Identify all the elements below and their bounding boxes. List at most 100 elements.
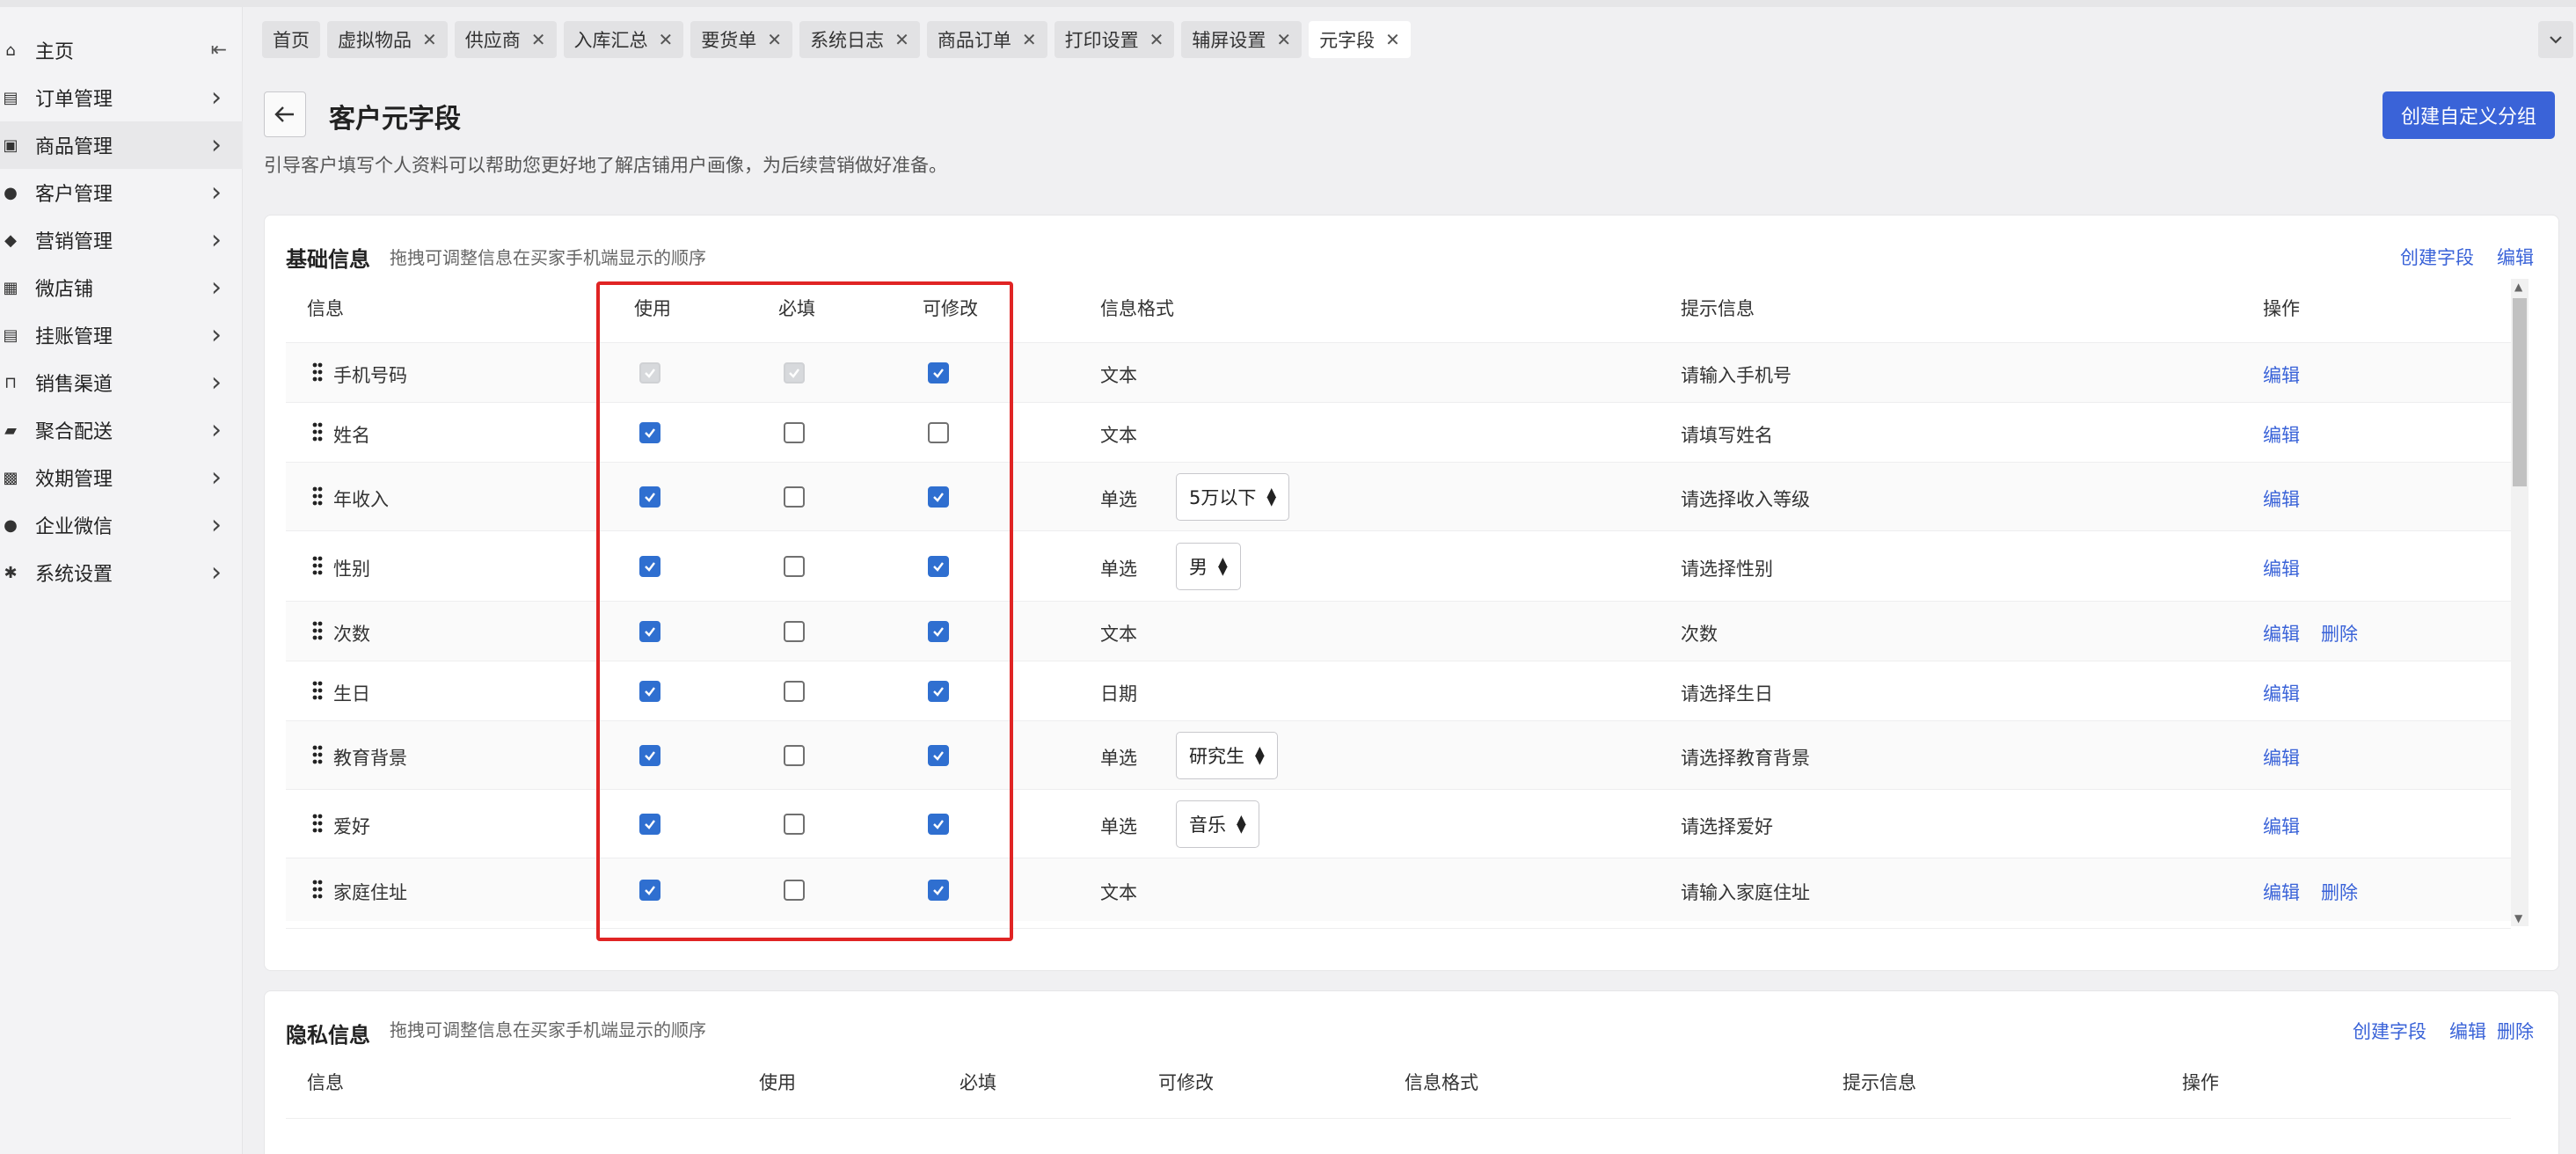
tab-4[interactable]: 要货单 ✕ — [690, 21, 793, 58]
drag-handle-icon[interactable] — [312, 621, 323, 646]
editable-checkbox[interactable] — [928, 681, 949, 702]
delete-link[interactable]: 删除 — [2321, 620, 2358, 646]
use-checkbox[interactable] — [639, 681, 660, 702]
tab-6[interactable]: 商品订单 ✕ — [926, 21, 1047, 58]
edit-link[interactable]: 编辑 — [2263, 680, 2300, 706]
editable-checkbox[interactable] — [928, 745, 949, 766]
use-checkbox[interactable] — [639, 814, 660, 835]
editable-checkbox[interactable] — [928, 814, 949, 835]
drag-handle-icon[interactable] — [312, 814, 323, 838]
tab-3[interactable]: 入库汇总 ✕ — [563, 21, 684, 58]
required-checkbox[interactable] — [784, 880, 805, 901]
editable-checkbox[interactable] — [928, 362, 949, 383]
sidebar-item-2[interactable]: ▣ 商品管理 › — [0, 121, 243, 169]
sidebar-item-1[interactable]: ▤ 订单管理 › — [0, 74, 243, 121]
required-checkbox[interactable] — [784, 486, 805, 508]
delete-link[interactable]: 删除 — [2321, 879, 2358, 905]
close-icon[interactable]: ✕ — [659, 29, 674, 50]
sidebar-item-0[interactable]: ⌂ 主页 ⇤ — [0, 26, 243, 74]
use-checkbox[interactable] — [639, 621, 660, 642]
editable-checkbox[interactable] — [928, 621, 949, 642]
close-icon[interactable]: ✕ — [1385, 29, 1400, 50]
edit-link[interactable]: 编辑 — [2263, 744, 2300, 771]
edit-link[interactable]: 编辑 — [2263, 813, 2300, 839]
scroll-up-icon[interactable]: ▲ — [2514, 281, 2522, 293]
table-row[interactable]: 年收入 单选 5万以下 ▲ ▼ 请选择收入等级 编辑 — [286, 462, 2511, 530]
edit-link[interactable]: 编辑 — [2263, 620, 2300, 646]
tab-9[interactable]: 元字段 ✕ — [1309, 21, 1411, 58]
table-row[interactable]: 生日 日期 请选择生日 编辑 — [286, 661, 2511, 720]
required-checkbox[interactable] — [784, 745, 805, 766]
editable-checkbox[interactable] — [928, 880, 949, 901]
tab-2[interactable]: 供应商 ✕ — [454, 21, 557, 58]
required-checkbox[interactable] — [784, 681, 805, 702]
tab-7[interactable]: 打印设置 ✕ — [1054, 21, 1175, 58]
privacy-create-field-link[interactable]: 创建字段 — [2353, 1018, 2426, 1044]
close-icon[interactable]: ✕ — [1149, 29, 1164, 50]
create-field-link[interactable]: 创建字段 — [2400, 244, 2474, 270]
drag-handle-icon[interactable] — [312, 422, 323, 447]
editable-checkbox[interactable] — [928, 422, 949, 443]
edit-link[interactable]: 编辑 — [2263, 421, 2300, 448]
table-row[interactable]: 教育背景 单选 研究生 ▲ ▼ 请选择教育背景 编辑 — [286, 720, 2511, 789]
table-row[interactable]: 次数 文本 次数 编辑 删除 — [286, 601, 2511, 661]
table-row[interactable]: 性别 单选 男 ▲ ▼ 请选择性别 编辑 — [286, 530, 2511, 601]
drag-handle-icon[interactable] — [312, 745, 323, 770]
use-checkbox[interactable] — [639, 422, 660, 443]
required-checkbox[interactable] — [784, 556, 805, 577]
sidebar-item-5[interactable]: ▦ 微店铺 › — [0, 264, 243, 311]
privacy-delete-link[interactable]: 删除 — [2497, 1018, 2534, 1044]
tab-0[interactable]: 首页 — [262, 21, 320, 58]
edit-link[interactable]: 编辑 — [2263, 486, 2300, 512]
back-button[interactable] — [264, 91, 306, 137]
scroll-down-icon[interactable]: ▼ — [2514, 912, 2522, 924]
edit-group-link[interactable]: 编辑 — [2497, 244, 2534, 270]
table-row[interactable]: 手机号码 文本 请输入手机号 编辑 — [286, 342, 2511, 402]
sidebar-item-7[interactable]: ⊓ 销售渠道 › — [0, 359, 243, 406]
edit-link[interactable]: 编辑 — [2263, 362, 2300, 388]
option-select[interactable]: 5万以下 ▲ ▼ — [1176, 473, 1290, 521]
close-icon[interactable]: ✕ — [767, 29, 782, 50]
sidebar-item-4[interactable]: ◆ 营销管理 › — [0, 216, 243, 264]
table-scrollbar[interactable]: ▲ ▼ — [2511, 279, 2529, 926]
drag-handle-icon[interactable] — [312, 556, 323, 581]
option-select[interactable]: 音乐 ▲ ▼ — [1176, 800, 1259, 848]
sidebar-item-9[interactable]: ▩ 效期管理 › — [0, 454, 243, 501]
option-select[interactable]: 研究生 ▲ ▼ — [1176, 732, 1278, 779]
table-row[interactable]: 姓名 文本 请填写姓名 编辑 — [286, 402, 2511, 462]
use-checkbox[interactable] — [639, 880, 660, 901]
table-row[interactable]: 爱好 单选 音乐 ▲ ▼ 请选择爱好 编辑 — [286, 789, 2511, 858]
edit-link[interactable]: 编辑 — [2263, 555, 2300, 581]
collapse-sidebar-icon[interactable]: ⇤ — [211, 40, 227, 62]
sidebar-item-3[interactable]: ● 客户管理 › — [0, 169, 243, 216]
required-checkbox[interactable] — [784, 814, 805, 835]
close-icon[interactable]: ✕ — [1022, 29, 1037, 50]
table-row[interactable]: 家庭住址 文本 请输入家庭住址 编辑 删除 — [286, 858, 2511, 921]
close-icon[interactable]: ✕ — [531, 29, 546, 50]
sidebar-item-8[interactable]: ▰ 聚合配送 › — [0, 406, 243, 454]
close-icon[interactable]: ✕ — [422, 29, 437, 50]
tab-8[interactable]: 辅屏设置 ✕ — [1181, 21, 1303, 58]
use-checkbox[interactable] — [639, 556, 660, 577]
tab-1[interactable]: 虚拟物品 ✕ — [327, 21, 448, 58]
scroll-thumb[interactable] — [2513, 298, 2527, 486]
drag-handle-icon[interactable] — [312, 486, 323, 511]
drag-handle-icon[interactable] — [312, 880, 323, 904]
close-icon[interactable]: ✕ — [894, 29, 909, 50]
drag-handle-icon[interactable] — [312, 681, 323, 705]
editable-checkbox[interactable] — [928, 556, 949, 577]
option-select[interactable]: 男 ▲ ▼ — [1176, 543, 1241, 590]
sidebar-item-6[interactable]: ▤ 挂账管理 › — [0, 311, 243, 359]
drag-handle-icon[interactable] — [312, 362, 323, 387]
tab-5[interactable]: 系统日志 ✕ — [799, 21, 920, 58]
sidebar-item-11[interactable]: ✱ 系统设置 › — [0, 549, 243, 596]
close-icon[interactable]: ✕ — [1276, 29, 1291, 50]
required-checkbox[interactable] — [784, 422, 805, 443]
use-checkbox[interactable] — [639, 486, 660, 508]
privacy-edit-link[interactable]: 编辑 — [2449, 1018, 2486, 1044]
sidebar-item-10[interactable]: ● 企业微信 › — [0, 501, 243, 549]
use-checkbox[interactable] — [639, 745, 660, 766]
tab-dropdown-button[interactable] — [2538, 21, 2573, 58]
create-custom-group-button[interactable]: 创建自定义分组 — [2383, 91, 2555, 139]
required-checkbox[interactable] — [784, 621, 805, 642]
